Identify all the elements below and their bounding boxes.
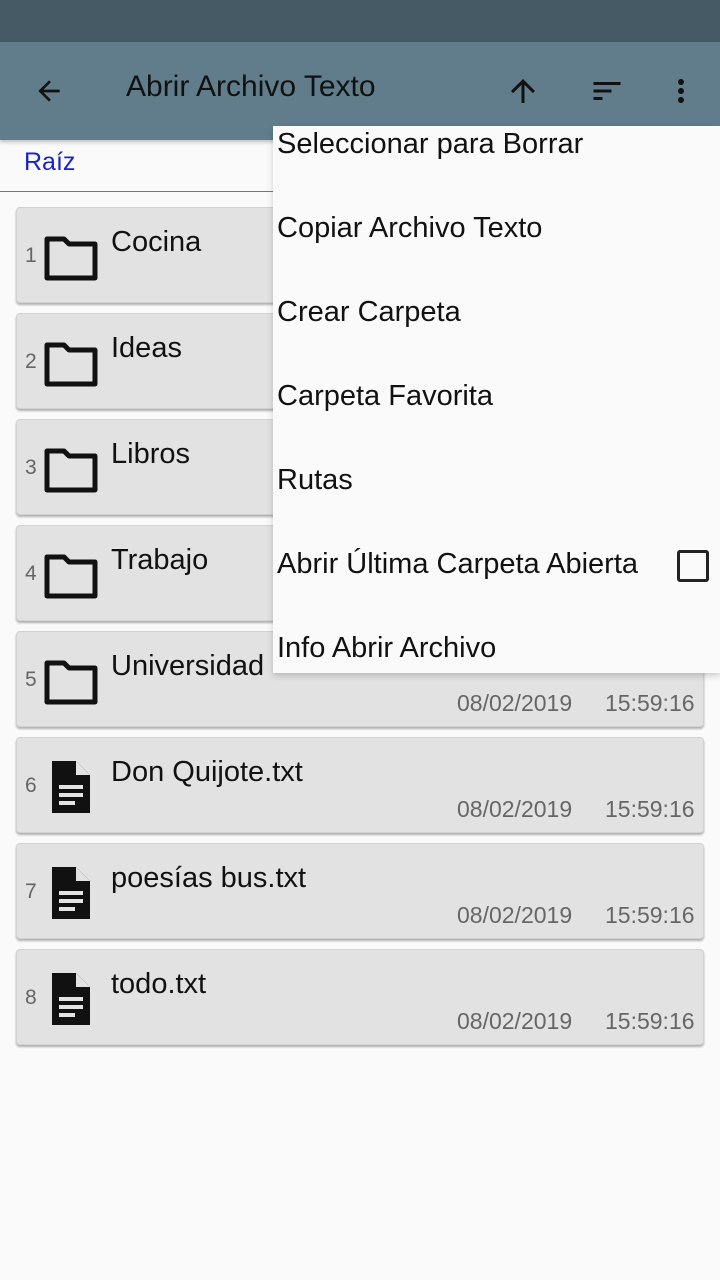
item-number: 7 [25, 880, 37, 903]
menu-item-favorite-folder[interactable]: Carpeta Favorita [277, 378, 717, 458]
sort-icon [593, 82, 621, 100]
item-number: 5 [25, 668, 37, 691]
item-name: Don Quijote.txt [111, 756, 303, 788]
status-bar [0, 0, 720, 42]
text-file-icon [52, 761, 90, 813]
item-time: 15:59:16 [605, 1008, 695, 1034]
sort-button[interactable] [583, 67, 631, 115]
menu-item-select-delete[interactable]: Seleccionar para Borrar [277, 126, 717, 206]
folder-icon [44, 236, 98, 281]
page-title: Abrir Archivo Texto [126, 70, 376, 103]
item-number: 8 [25, 986, 37, 1009]
text-file-icon [52, 973, 90, 1025]
item-number: 1 [25, 244, 37, 267]
arrow-back-icon [38, 80, 60, 102]
menu-item-create-folder[interactable]: Crear Carpeta [277, 294, 717, 374]
item-number: 3 [25, 456, 37, 479]
overflow-menu: Seleccionar para Borrar Copiar Archivo T… [273, 126, 720, 673]
menu-item-label: Abrir Última Carpeta Abierta [277, 548, 639, 580]
menu-item-paths[interactable]: Rutas [277, 462, 717, 542]
folder-icon [44, 342, 98, 387]
breadcrumb-root[interactable]: Raíz [24, 148, 75, 177]
more-vert-icon [678, 79, 684, 103]
item-name: Trabajo [111, 544, 209, 576]
item-name: Universidad [111, 650, 265, 682]
open-last-folder-checkbox[interactable] [677, 550, 709, 582]
item-name: todo.txt [111, 968, 207, 1000]
menu-item-copy-file[interactable]: Copiar Archivo Texto [277, 210, 717, 290]
menu-item-label: Copiar Archivo Texto [277, 212, 543, 244]
item-date: 08/02/2019 [457, 1008, 573, 1034]
item-time: 15:59:16 [605, 796, 695, 822]
go-up-button[interactable] [499, 67, 547, 115]
item-date: 08/02/2019 [457, 796, 573, 822]
text-file-icon [52, 867, 90, 919]
folder-icon [44, 448, 98, 493]
folder-icon [44, 554, 98, 599]
folder-icon [44, 660, 98, 705]
menu-item-label: Info Abrir Archivo [277, 632, 497, 664]
item-number: 6 [25, 774, 37, 797]
item-name: Ideas [111, 332, 182, 364]
menu-item-open-last-folder[interactable]: Abrir Última Carpeta Abierta [277, 546, 717, 626]
item-name: poesías bus.txt [111, 862, 307, 894]
item-number: 4 [25, 562, 37, 585]
item-time: 15:59:16 [605, 902, 695, 928]
item-number: 2 [25, 350, 37, 373]
list-item-file[interactable]: 8 todo.txt 08/02/2019 15:59:16 [16, 949, 704, 1045]
list-item-file[interactable]: 7 poesías bus.txt 08/02/2019 15:59:16 [16, 843, 704, 939]
menu-item-label: Seleccionar para Borrar [277, 128, 584, 160]
menu-item-label: Rutas [277, 464, 353, 496]
back-button[interactable] [25, 67, 73, 115]
breadcrumb: Raíz [0, 140, 273, 192]
item-name: Libros [111, 438, 190, 470]
menu-item-label: Carpeta Favorita [277, 380, 493, 412]
list-item-file[interactable]: 6 Don Quijote.txt 08/02/2019 15:59:16 [16, 737, 704, 833]
item-name: Cocina [111, 226, 202, 258]
menu-item-label: Crear Carpeta [277, 296, 461, 328]
item-date: 08/02/2019 [457, 902, 573, 928]
menu-item-info[interactable]: Info Abrir Archivo [277, 630, 717, 710]
arrow-up-icon [511, 79, 535, 103]
more-options-button[interactable] [657, 67, 705, 115]
